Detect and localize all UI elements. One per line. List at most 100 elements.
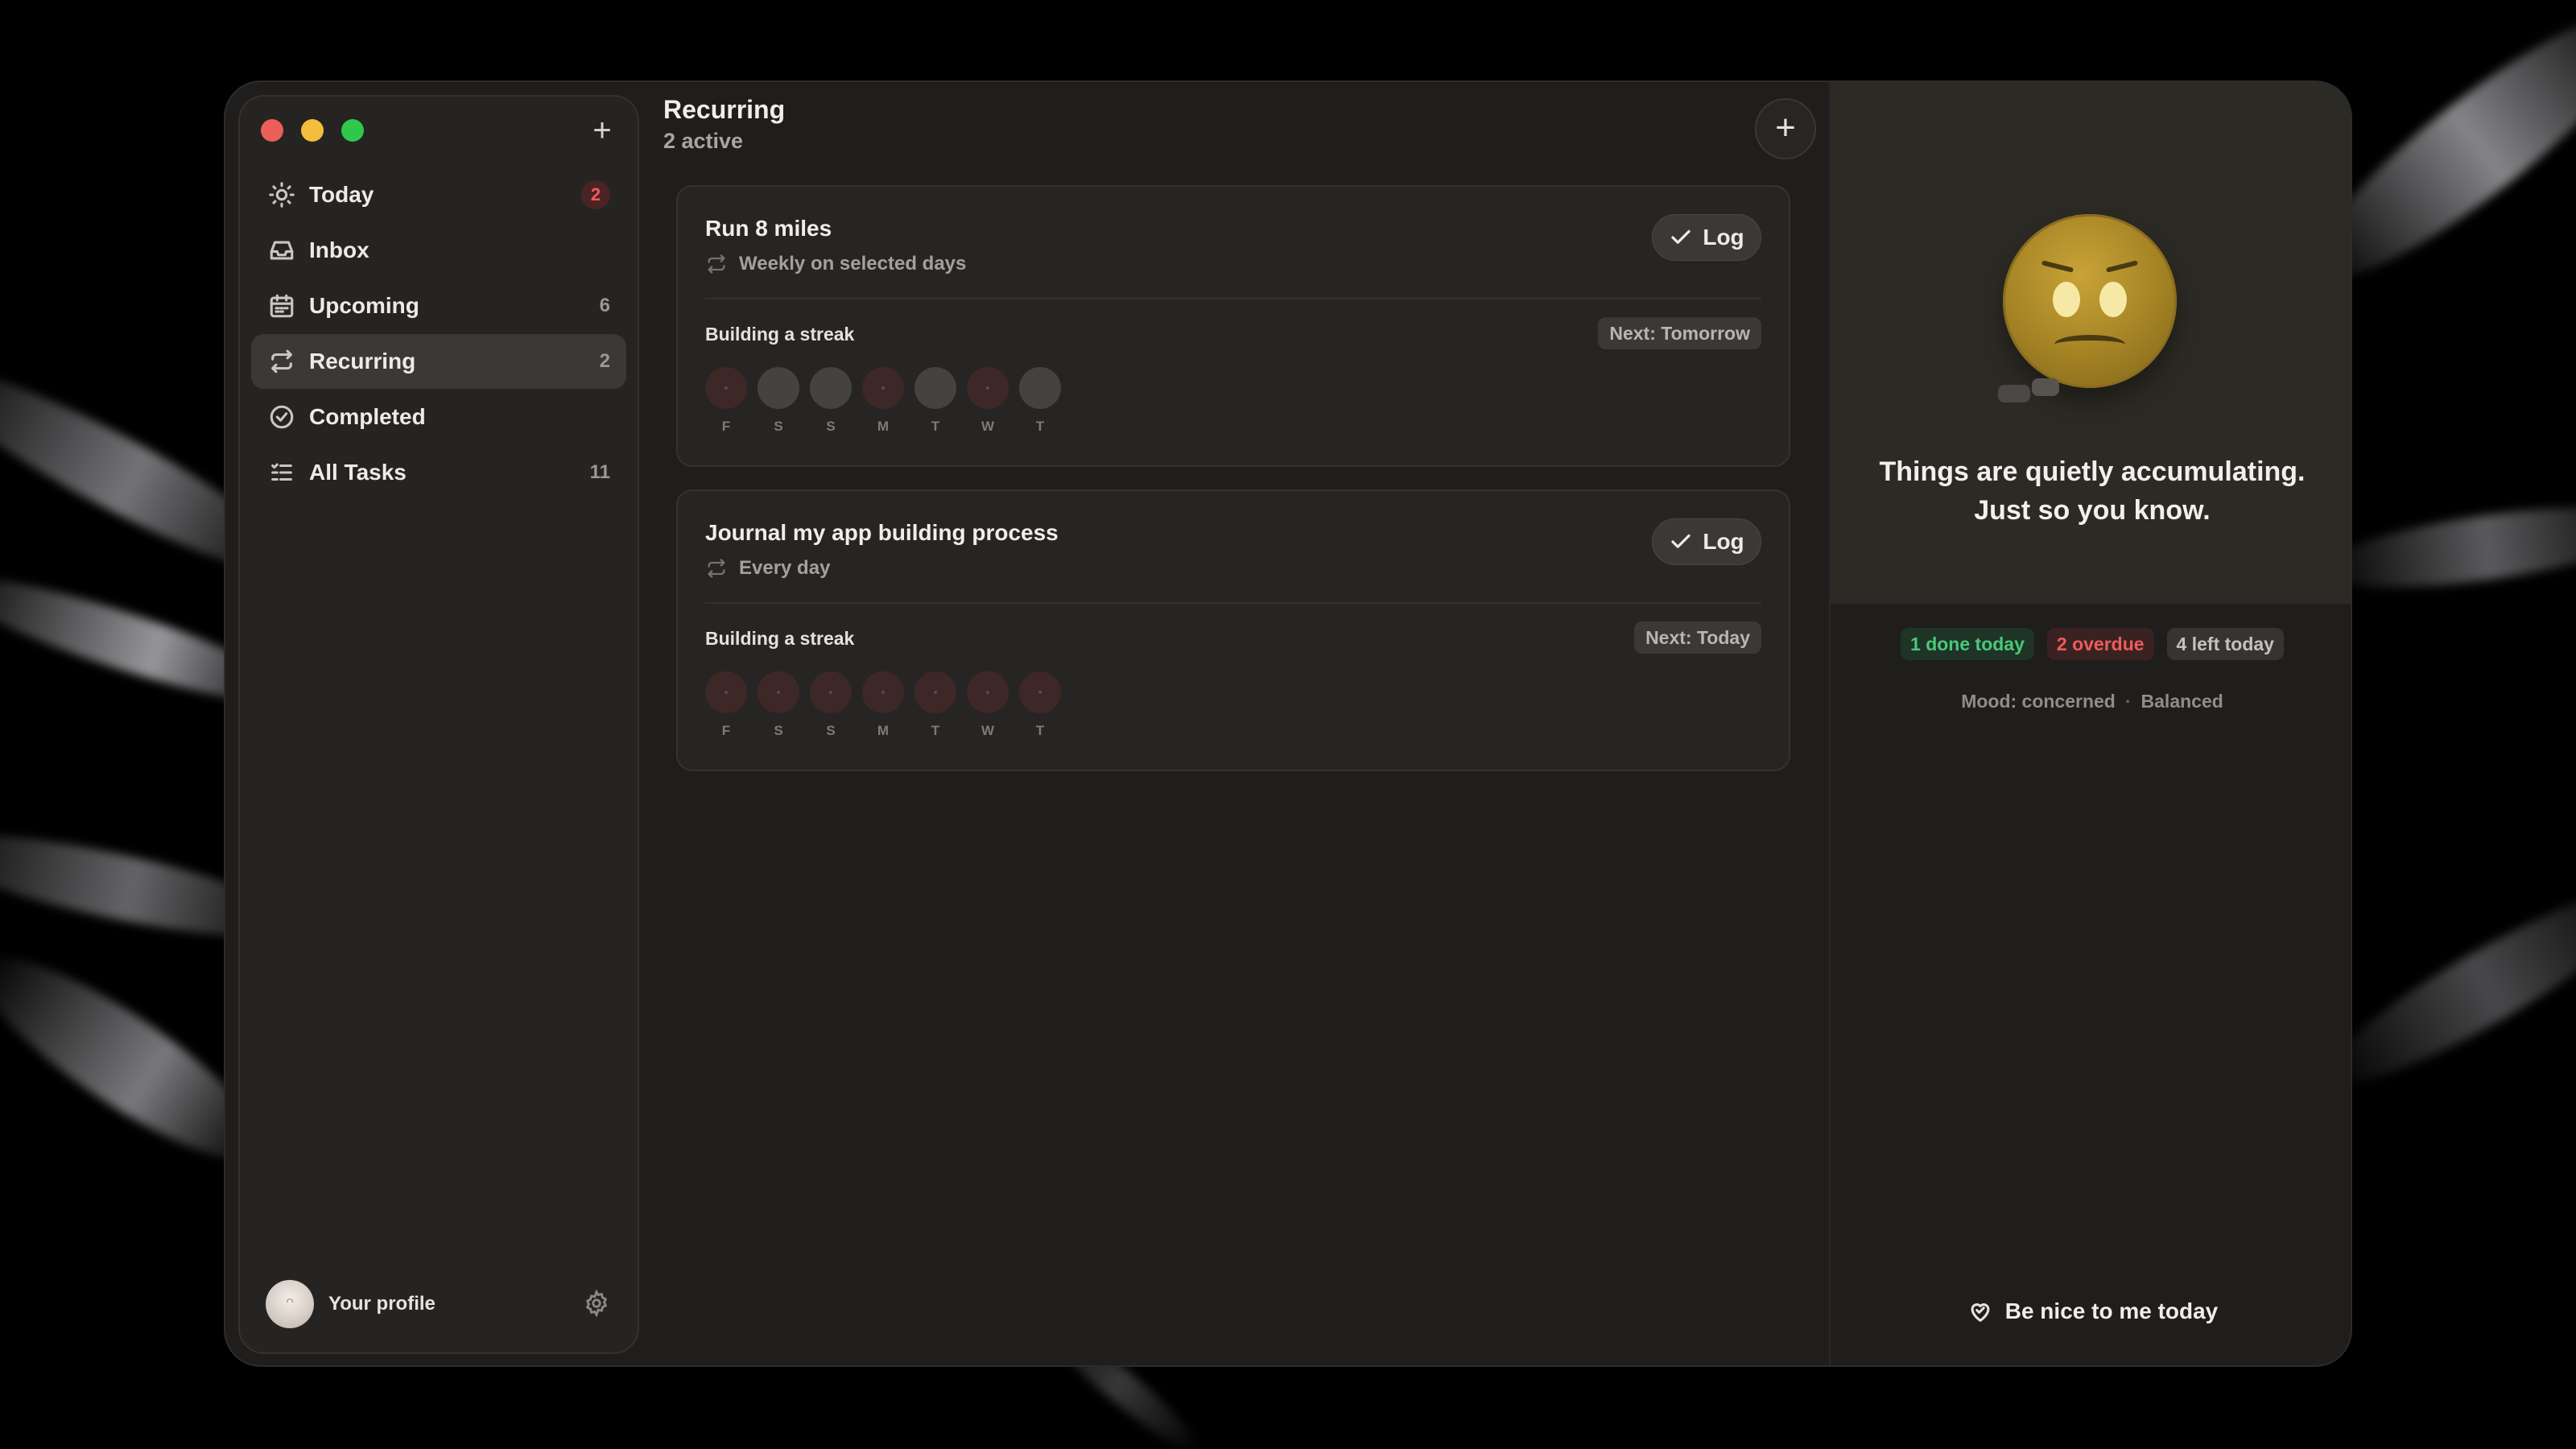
app-window: + Today 2 Inbox Upcoming 6 Recurring 2 C… bbox=[224, 80, 2352, 1367]
streak-day-circle bbox=[758, 671, 799, 713]
streak-day: F bbox=[705, 671, 747, 739]
minimize-window-button[interactable] bbox=[301, 119, 324, 142]
main-panel: Recurring 2 active + Run 8 miles Weekly … bbox=[652, 82, 1829, 1365]
recurring-card[interactable]: Run 8 miles Weekly on selected days Log … bbox=[676, 185, 1790, 467]
today-count-badge: 2 bbox=[581, 180, 610, 209]
recurrence-text: Every day bbox=[739, 557, 831, 579]
sidebar-item-all-tasks[interactable]: All Tasks 11 bbox=[251, 445, 626, 500]
sidebar-item-inbox[interactable]: Inbox bbox=[251, 223, 626, 278]
streak-day-label: F bbox=[721, 419, 731, 434]
repeat-icon bbox=[708, 559, 725, 578]
streak-day-circle bbox=[1019, 671, 1061, 713]
sidebar-item-recurring[interactable]: Recurring 2 bbox=[251, 334, 626, 389]
sidebar-item-completed[interactable]: Completed bbox=[251, 390, 626, 444]
mood-status: Mood: concerned · Balanced bbox=[1961, 691, 2223, 712]
profile-row[interactable]: ᵔ Your profile bbox=[266, 1280, 612, 1328]
streak-days: FSSMTWT bbox=[705, 671, 1061, 739]
mood-panel: Things are quietly accumulating. Just so… bbox=[1829, 82, 2351, 1365]
recurrence-info: Weekly on selected days bbox=[705, 253, 966, 275]
sidebar-item-upcoming[interactable]: Upcoming 6 bbox=[251, 279, 626, 333]
streak-label: Building a streak bbox=[705, 324, 855, 345]
streak-days: FSSMTWT bbox=[705, 367, 1061, 435]
mood-label: Mood: concerned bbox=[1961, 691, 2116, 712]
recurrence-text: Weekly on selected days bbox=[739, 253, 967, 275]
sidebar-item-label: Inbox bbox=[309, 237, 369, 262]
sun-icon bbox=[267, 180, 296, 209]
page-subtitle: 2 active bbox=[663, 129, 744, 153]
avatar[interactable]: ᵔ bbox=[266, 1280, 314, 1328]
gear-icon[interactable] bbox=[583, 1289, 612, 1319]
streak-day-circle bbox=[705, 367, 747, 409]
streak-day: T bbox=[914, 671, 956, 739]
streak-day-label: F bbox=[721, 723, 731, 738]
streak-day-label: S bbox=[774, 419, 783, 434]
sidebar: + Today 2 Inbox Upcoming 6 Recurring 2 C… bbox=[238, 95, 639, 1354]
log-button[interactable]: Log bbox=[1652, 518, 1761, 565]
zoom-window-button[interactable] bbox=[341, 119, 364, 142]
streak-day-label: T bbox=[1035, 723, 1045, 738]
recurring-count: 2 bbox=[599, 350, 610, 372]
log-button[interactable]: Log bbox=[1652, 214, 1761, 261]
streak-day-label: S bbox=[774, 723, 783, 738]
streak-day: F bbox=[705, 367, 747, 435]
mode-label: Balanced bbox=[2140, 691, 2223, 712]
streak-day-circle bbox=[914, 671, 956, 713]
recurring-card[interactable]: Journal my app building process Every da… bbox=[676, 489, 1790, 771]
next-due-badge: Next: Today bbox=[1634, 621, 1761, 654]
streak-day-circle bbox=[914, 367, 956, 409]
streak-day-circle bbox=[967, 367, 1009, 409]
task-title: Journal my app building process bbox=[705, 520, 1059, 545]
check-icon bbox=[1671, 534, 1690, 548]
streak-day-label: T bbox=[931, 723, 940, 738]
next-due-badge: Next: Tomorrow bbox=[1598, 317, 1761, 349]
close-window-button[interactable] bbox=[261, 119, 283, 142]
streak-day-label: S bbox=[826, 419, 836, 434]
list-icon bbox=[267, 458, 296, 487]
add-recurring-button[interactable]: + bbox=[1755, 98, 1816, 159]
streak-day-label: T bbox=[1035, 419, 1045, 434]
streak-day: S bbox=[758, 367, 799, 435]
stats-row: 1 done today 2 overdue 4 left today bbox=[1831, 628, 2351, 660]
recurrence-info: Every day bbox=[705, 557, 830, 580]
sidebar-item-today[interactable]: Today 2 bbox=[251, 167, 626, 222]
divider bbox=[705, 298, 1761, 299]
streak-day-circle bbox=[862, 367, 904, 409]
streak-label: Building a streak bbox=[705, 628, 855, 649]
streak-day: M bbox=[862, 671, 904, 739]
upcoming-count: 6 bbox=[599, 295, 610, 316]
streak-day-circle bbox=[810, 671, 852, 713]
left-today-badge: 4 left today bbox=[2166, 628, 2284, 660]
streak-day-circle bbox=[758, 367, 799, 409]
streak-day-circle bbox=[1019, 367, 1061, 409]
streak-day: T bbox=[1019, 367, 1061, 435]
streak-day: S bbox=[810, 671, 852, 739]
window-controls bbox=[261, 119, 364, 142]
repeat-icon bbox=[708, 254, 725, 274]
pebble-decoration bbox=[2032, 378, 2059, 396]
sidebar-add-button[interactable]: + bbox=[586, 114, 618, 147]
inbox-icon bbox=[267, 236, 296, 265]
mood-message-line: Things are quietly accumulating. bbox=[1879, 456, 2306, 487]
mood-message: Things are quietly accumulating. Just so… bbox=[1863, 452, 2322, 530]
streak-day-label: M bbox=[877, 723, 890, 738]
sidebar-item-label: Completed bbox=[309, 404, 426, 429]
streak-day: T bbox=[1019, 671, 1061, 739]
concerned-face-icon bbox=[2003, 214, 2177, 388]
mood-message-line: Just so you know. bbox=[1974, 495, 2211, 526]
done-today-badge: 1 done today bbox=[1901, 628, 2034, 660]
divider bbox=[705, 602, 1761, 604]
sidebar-item-label: Upcoming bbox=[309, 293, 419, 318]
mood-area: Things are quietly accumulating. Just so… bbox=[1831, 82, 2351, 604]
pebble-decoration bbox=[1998, 385, 2030, 402]
sidebar-item-label: All Tasks bbox=[309, 460, 407, 485]
streak-day: T bbox=[914, 367, 956, 435]
streak-day-circle bbox=[810, 367, 852, 409]
overdue-badge: 2 overdue bbox=[2046, 628, 2154, 660]
be-nice-button[interactable]: Be nice to me today bbox=[1831, 1298, 2351, 1325]
profile-label: Your profile bbox=[328, 1293, 436, 1315]
streak-day: S bbox=[758, 671, 799, 739]
streak-day-label: S bbox=[826, 723, 836, 738]
be-nice-label: Be nice to me today bbox=[2004, 1298, 2219, 1323]
streak-day-circle bbox=[967, 671, 1009, 713]
check-circle-icon bbox=[267, 402, 296, 431]
